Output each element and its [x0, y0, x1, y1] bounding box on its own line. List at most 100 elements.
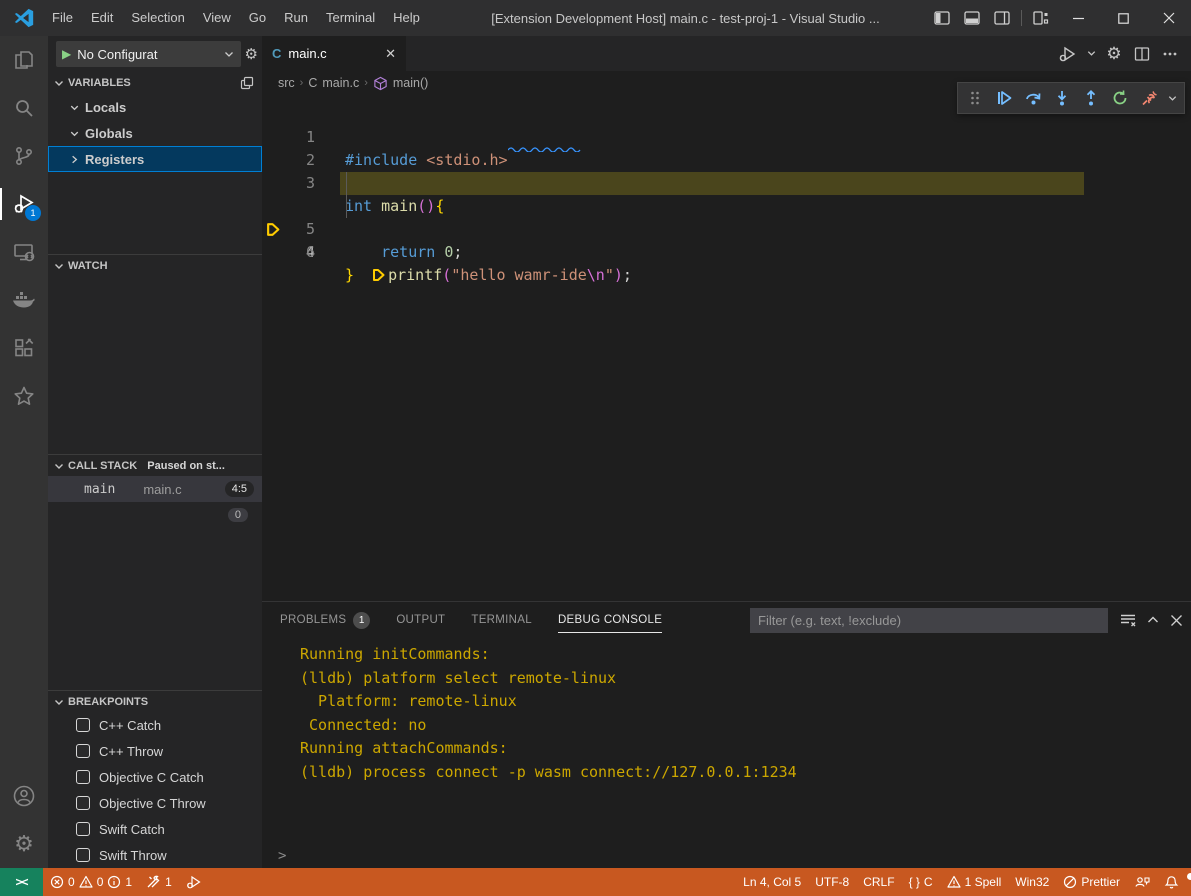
- source-control-icon[interactable]: [0, 132, 48, 180]
- menu-item[interactable]: Terminal: [317, 5, 384, 31]
- menu-item[interactable]: Edit: [82, 5, 122, 31]
- frame-location-badge: 4:5: [225, 481, 254, 497]
- tab-output[interactable]: OUTPUT: [396, 602, 445, 638]
- clear-console-icon[interactable]: [1120, 613, 1136, 627]
- close-tab-icon[interactable]: ✕: [385, 46, 396, 62]
- breakpoint-checkbox[interactable]: [76, 848, 90, 862]
- toolbar-drag-handle[interactable]: [962, 85, 989, 111]
- step-into-button[interactable]: [1049, 85, 1076, 111]
- variables-scope-locals[interactable]: Locals: [48, 94, 262, 120]
- variables-scope-registers[interactable]: Registers: [48, 146, 262, 172]
- bottom-panel: PROBLEMS 1 OUTPUT TERMINAL DEBUG CONSOLE: [262, 601, 1191, 868]
- search-icon[interactable]: [0, 84, 48, 132]
- stack-frame-row[interactable]: main main.c 4:5: [48, 476, 262, 502]
- tab-problems[interactable]: PROBLEMS 1: [280, 602, 370, 638]
- continue-button[interactable]: [991, 85, 1018, 111]
- breakpoint-checkbox[interactable]: [76, 744, 90, 758]
- close-panel-icon[interactable]: [1170, 614, 1183, 627]
- remote-explorer-icon[interactable]: [0, 228, 48, 276]
- menu-item[interactable]: View: [194, 5, 240, 31]
- minimize-button[interactable]: [1056, 0, 1101, 36]
- breakpoint-checkbox[interactable]: [76, 770, 90, 784]
- console-filter-input[interactable]: [750, 608, 1108, 633]
- close-window-button[interactable]: [1146, 0, 1191, 36]
- start-debug-icon[interactable]: ▶: [62, 47, 71, 61]
- formatter-status[interactable]: Prettier: [1056, 875, 1127, 889]
- run-or-debug-button[interactable]: [1057, 43, 1079, 65]
- breakpoint-row[interactable]: Objective C Throw: [48, 790, 262, 816]
- maximize-panel-chevron-icon[interactable]: [1146, 614, 1160, 626]
- debug-console-output[interactable]: Running initCommands:(lldb) platform sel…: [262, 638, 1191, 844]
- more-actions-icon[interactable]: [1159, 43, 1181, 65]
- watch-section-label: WATCH: [68, 260, 108, 272]
- menu-item[interactable]: Go: [240, 5, 275, 31]
- code-token: \n: [587, 266, 605, 284]
- launch-config-gear-icon[interactable]: ⚙: [245, 47, 258, 62]
- settings-gear-icon[interactable]: ⚙: [0, 820, 48, 868]
- toggle-sidebar-icon[interactable]: [927, 4, 957, 32]
- breakpoint-row[interactable]: C++ Throw: [48, 738, 262, 764]
- menu-item[interactable]: Selection: [122, 5, 193, 31]
- call-stack-empty-space: [48, 528, 262, 690]
- breakpoint-row[interactable]: Swift Catch: [48, 816, 262, 842]
- maximize-button[interactable]: [1101, 0, 1146, 36]
- run-and-debug-icon[interactable]: 1: [0, 180, 48, 228]
- breakpoints-list: C++ Catch C++ Throw Objective C Catch: [48, 712, 262, 868]
- run-dropdown-chevron-icon[interactable]: [1085, 43, 1097, 65]
- feedback-icon[interactable]: [1127, 875, 1157, 889]
- split-editor-icon[interactable]: [1131, 43, 1153, 65]
- breakpoint-checkbox[interactable]: [76, 796, 90, 810]
- breakpoint-checkbox[interactable]: [76, 822, 90, 836]
- tab-debug-console[interactable]: DEBUG CONSOLE: [558, 602, 662, 638]
- variables-scope-globals[interactable]: Globals: [48, 120, 262, 146]
- restart-button[interactable]: [1107, 85, 1134, 111]
- star-extension-icon[interactable]: [0, 372, 48, 420]
- code-editor[interactable]: 1 #include <stdio.h> 2 3 int main(){ 4: [262, 95, 1191, 601]
- tab-main-c[interactable]: C main.c ✕: [262, 36, 406, 71]
- toggle-secondary-sidebar-icon[interactable]: [987, 4, 1017, 32]
- watch-section-header[interactable]: WATCH: [48, 254, 262, 276]
- breadcrumb-file[interactable]: main.c: [322, 76, 359, 90]
- breakpoints-section-header[interactable]: BREAKPOINTS: [48, 690, 262, 712]
- breakpoint-checkbox[interactable]: [76, 718, 90, 732]
- notifications-bell-icon[interactable]: [1157, 875, 1191, 890]
- debug-status[interactable]: [179, 868, 209, 896]
- call-stack-section-header[interactable]: CALL STACK Paused on st...: [48, 454, 262, 476]
- remote-indicator[interactable]: ><: [0, 868, 43, 896]
- menu-item[interactable]: Run: [275, 5, 317, 31]
- menu-item[interactable]: File: [43, 5, 82, 31]
- breakpoint-row[interactable]: Objective C Catch: [48, 764, 262, 790]
- breakpoint-row[interactable]: C++ Catch: [48, 712, 262, 738]
- spell-checker-status[interactable]: 1 Spell: [940, 875, 1009, 889]
- editor-settings-gear-icon[interactable]: ⚙: [1103, 43, 1125, 65]
- docker-icon[interactable]: [0, 276, 48, 324]
- cursor-position-status[interactable]: Ln 4, Col 5: [736, 875, 808, 889]
- explorer-icon[interactable]: [0, 36, 48, 84]
- accounts-icon[interactable]: [0, 772, 48, 820]
- disconnect-button[interactable]: [1136, 85, 1163, 111]
- variables-section-label: VARIABLES: [68, 77, 131, 89]
- debug-configuration-dropdown[interactable]: ▶ No Configurat: [56, 41, 241, 67]
- step-out-button[interactable]: [1078, 85, 1105, 111]
- menu-item[interactable]: Help: [384, 5, 429, 31]
- toggle-panel-icon[interactable]: [957, 4, 987, 32]
- debug-console-input[interactable]: >: [262, 844, 1191, 868]
- breakpoint-row[interactable]: Swift Throw: [48, 842, 262, 868]
- copy-value-icon[interactable]: [240, 76, 254, 90]
- eol-status[interactable]: CRLF: [856, 875, 901, 889]
- encoding-status[interactable]: UTF-8: [808, 875, 856, 889]
- customize-layout-icon[interactable]: [1026, 4, 1056, 32]
- breadcrumb-folder[interactable]: src: [278, 76, 295, 90]
- step-over-button[interactable]: [1020, 85, 1047, 111]
- activity-bar: 1 ⚙: [0, 36, 48, 868]
- tools-status[interactable]: 1: [139, 868, 179, 896]
- breadcrumb-symbol[interactable]: main(): [393, 76, 428, 90]
- debug-session-chevron-icon[interactable]: [1165, 85, 1180, 111]
- tab-terminal[interactable]: TERMINAL: [471, 602, 532, 638]
- problems-status[interactable]: 0 0 1: [43, 868, 139, 896]
- watch-tree: [48, 276, 262, 454]
- extensions-icon[interactable]: [0, 324, 48, 372]
- platform-status[interactable]: Win32: [1008, 875, 1056, 889]
- variables-section-header[interactable]: VARIABLES: [48, 72, 262, 94]
- language-mode-status[interactable]: { } C: [902, 875, 940, 889]
